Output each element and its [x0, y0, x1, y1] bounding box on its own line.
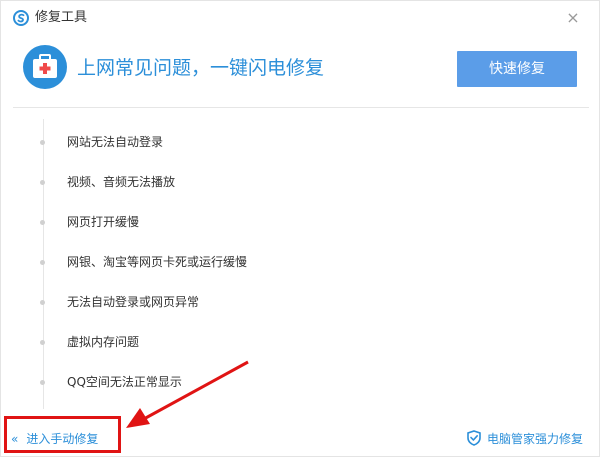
annotation-arrow — [126, 360, 249, 428]
bullet-dot — [40, 340, 45, 345]
header: 上网常见问题，一键闪电修复 快速修复 — [1, 35, 600, 107]
pc-manager-repair-label: 电脑管家强力修复 — [487, 432, 584, 446]
headline: 上网常见问题，一键闪电修复 — [77, 57, 325, 79]
problem-item: 无法自动登录或网页异常 — [1, 292, 401, 312]
bullet-dot — [40, 220, 45, 225]
first-aid-kit-icon — [23, 45, 67, 89]
header-divider — [13, 107, 589, 108]
problem-label: 网站无法自动登录 — [67, 135, 164, 149]
problem-label: 网页打开缓慢 — [67, 215, 140, 229]
shield-icon — [467, 430, 481, 446]
app-logo-icon — [13, 10, 29, 26]
bullet-dot — [40, 180, 45, 185]
problem-item: 视频、音频无法播放 — [1, 172, 401, 192]
quick-fix-button[interactable]: 快速修复 — [457, 51, 577, 87]
bullet-dot — [40, 300, 45, 305]
problem-item: 网银、淘宝等网页卡死或运行缓慢 — [1, 252, 401, 272]
problem-label: 网银、淘宝等网页卡死或运行缓慢 — [67, 255, 248, 269]
repair-tool-window: 修复工具 × 上网常见问题，一键闪电修复 快速修复 网站无法自动登录 视频、音频… — [0, 0, 600, 457]
problem-item: 网站无法自动登录 — [1, 132, 401, 152]
close-button[interactable]: × — [563, 8, 583, 28]
bullet-dot — [40, 380, 45, 385]
annotation-highlight-box — [4, 416, 121, 453]
title-bar: 修复工具 × — [1, 1, 600, 35]
problem-label: 无法自动登录或网页异常 — [67, 295, 200, 309]
problem-item: 网页打开缓慢 — [1, 212, 401, 232]
pc-manager-repair-link[interactable]: 电脑管家强力修复 — [467, 429, 583, 449]
problem-label: 虚拟内存问题 — [67, 335, 140, 349]
problem-item: 虚拟内存问题 — [1, 332, 401, 352]
window-title: 修复工具 — [35, 10, 88, 25]
bullet-dot — [40, 140, 45, 145]
bullet-dot — [40, 260, 45, 265]
problem-label: 视频、音频无法播放 — [67, 175, 176, 189]
close-icon: × — [566, 8, 580, 27]
